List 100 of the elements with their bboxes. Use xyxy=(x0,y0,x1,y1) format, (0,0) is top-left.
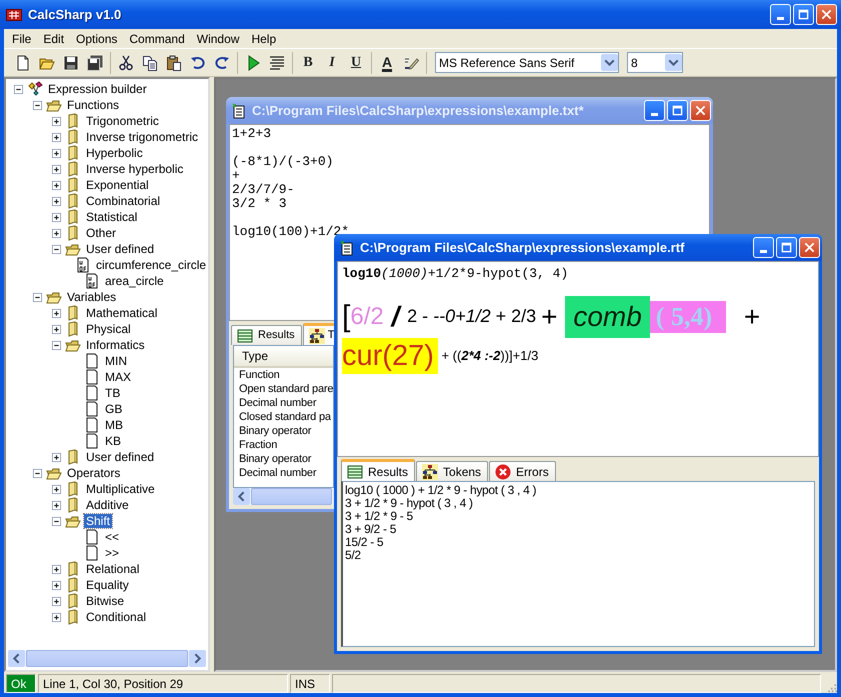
font-color-button[interactable]: A xyxy=(376,52,398,74)
expand-icon[interactable] xyxy=(52,164,61,174)
collapse-icon[interactable] xyxy=(52,244,61,254)
minimize-button[interactable] xyxy=(770,4,791,25)
expand-icon[interactable] xyxy=(52,324,61,334)
clipboard-icon[interactable] xyxy=(166,54,182,70)
window-title-bar[interactable]: C:\Program Files\CalcSharp\expressions\example.rtf xyxy=(334,234,822,261)
tree-item[interactable]: Inverse hyperbolic xyxy=(84,162,186,176)
close-button[interactable] xyxy=(690,100,711,121)
size-dropdown[interactable]: 8 xyxy=(627,52,683,73)
collapse-icon[interactable] xyxy=(33,100,42,110)
collapse-icon[interactable] xyxy=(14,84,23,94)
tree-item[interactable]: MIN xyxy=(103,354,129,368)
scroll-left-icon[interactable] xyxy=(8,650,25,667)
undo-icon[interactable] xyxy=(190,54,206,70)
scrollbar-thumb[interactable] xyxy=(251,488,332,505)
expand-icon[interactable] xyxy=(52,596,61,606)
lines-icon[interactable] xyxy=(269,54,285,70)
collapse-icon[interactable] xyxy=(52,340,61,350)
expand-icon[interactable] xyxy=(52,116,61,126)
menu-item[interactable]: Command xyxy=(123,28,191,48)
tab[interactable]: T xyxy=(302,323,336,345)
tree-item[interactable]: Relational xyxy=(84,562,142,576)
tree-item[interactable]: Exponential xyxy=(84,178,151,192)
menu-item[interactable]: Options xyxy=(70,28,124,48)
tree-item[interactable]: Functions xyxy=(65,98,122,112)
tree-item[interactable]: Multiplicative xyxy=(84,482,157,496)
tree-item[interactable]: Operators xyxy=(65,466,122,480)
scissors-icon[interactable] xyxy=(118,54,134,70)
minimize-button[interactable] xyxy=(644,100,665,121)
expand-icon[interactable] xyxy=(52,452,61,462)
expand-icon[interactable] xyxy=(52,308,61,318)
scroll-right-icon[interactable] xyxy=(189,650,206,667)
tree-item[interactable]: Bitwise xyxy=(84,594,126,608)
tree-item[interactable]: MAX xyxy=(103,370,134,384)
tree-item[interactable]: User defined xyxy=(84,242,156,256)
tree-item[interactable]: Hyperbolic xyxy=(84,146,145,160)
tree-item[interactable]: Physical xyxy=(84,322,133,336)
tree-item[interactable]: Additive xyxy=(84,498,131,512)
tree-item[interactable]: TB xyxy=(103,386,122,400)
tab[interactable]: Errors xyxy=(489,461,556,481)
font-dropdown[interactable]: MS Reference Sans Serif xyxy=(435,52,619,73)
menu-item[interactable]: Window xyxy=(190,28,246,48)
copy-icon[interactable] xyxy=(142,54,158,70)
bold-button[interactable]: B xyxy=(297,52,319,74)
expand-icon[interactable] xyxy=(52,580,61,590)
italic-button[interactable]: I xyxy=(321,52,343,74)
scrollbar-thumb[interactable] xyxy=(26,650,188,667)
maximize-button[interactable] xyxy=(776,237,797,258)
expand-icon[interactable] xyxy=(52,180,61,190)
menu-item[interactable]: Help xyxy=(245,28,282,48)
tab[interactable]: Results xyxy=(231,325,302,345)
close-button[interactable] xyxy=(816,4,837,25)
tree-item[interactable]: Trigonometric xyxy=(84,114,161,128)
tree-item[interactable]: Conditional xyxy=(84,610,148,624)
scroll-left-icon[interactable] xyxy=(233,488,250,505)
collapse-icon[interactable] xyxy=(33,468,42,478)
tree-item[interactable]: Mathematical xyxy=(84,306,160,320)
tree-item[interactable]: circumference_circle xyxy=(94,258,208,272)
column-header[interactable]: Type xyxy=(234,346,333,368)
collapse-icon[interactable] xyxy=(52,516,61,526)
expand-icon[interactable] xyxy=(52,132,61,142)
tree-item[interactable]: MB xyxy=(103,418,125,432)
tree-item[interactable]: >> xyxy=(103,546,122,560)
expand-icon[interactable] xyxy=(52,212,61,222)
maximize-button[interactable] xyxy=(667,100,688,121)
close-button[interactable] xyxy=(799,237,820,258)
expand-icon[interactable] xyxy=(52,228,61,238)
underline-button[interactable]: U xyxy=(345,52,367,74)
tree-item[interactable]: Inverse trigonometric xyxy=(84,130,200,144)
tree-item[interactable]: User defined xyxy=(84,450,156,464)
expand-icon[interactable] xyxy=(52,484,61,494)
new-file-icon[interactable] xyxy=(15,54,31,70)
tree-item[interactable]: Other xyxy=(84,226,118,240)
tree-item[interactable]: area_circle xyxy=(103,274,166,288)
tree-item[interactable]: << xyxy=(103,530,122,544)
tree-item[interactable]: Informatics xyxy=(84,338,147,352)
save-icon[interactable] xyxy=(63,54,79,70)
menu-item[interactable]: File xyxy=(6,28,38,48)
menu-item[interactable]: Edit xyxy=(37,28,70,48)
tree-item[interactable]: Equality xyxy=(84,578,131,592)
tab[interactable]: Tokens xyxy=(416,461,488,481)
tree-item[interactable]: Combinatorial xyxy=(84,194,162,208)
save-all-icon[interactable] xyxy=(87,54,103,70)
expand-icon[interactable] xyxy=(52,148,61,158)
tree-item[interactable]: Variables xyxy=(65,290,118,304)
expand-icon[interactable] xyxy=(52,196,61,206)
expand-icon[interactable] xyxy=(52,612,61,622)
expand-icon[interactable] xyxy=(52,500,61,510)
expand-icon[interactable] xyxy=(52,564,61,574)
tree-item[interactable]: KB xyxy=(103,434,124,448)
minimize-button[interactable] xyxy=(753,237,774,258)
redo-icon[interactable] xyxy=(214,54,230,70)
tree-item[interactable]: GB xyxy=(103,402,124,416)
tree-item[interactable]: Shift xyxy=(84,514,112,528)
tree-item[interactable]: Expression builder xyxy=(46,82,149,96)
tab[interactable]: Results xyxy=(341,459,416,481)
collapse-icon[interactable] xyxy=(33,292,42,302)
tree-item[interactable]: Statistical xyxy=(84,210,140,224)
maximize-button[interactable] xyxy=(793,4,814,25)
